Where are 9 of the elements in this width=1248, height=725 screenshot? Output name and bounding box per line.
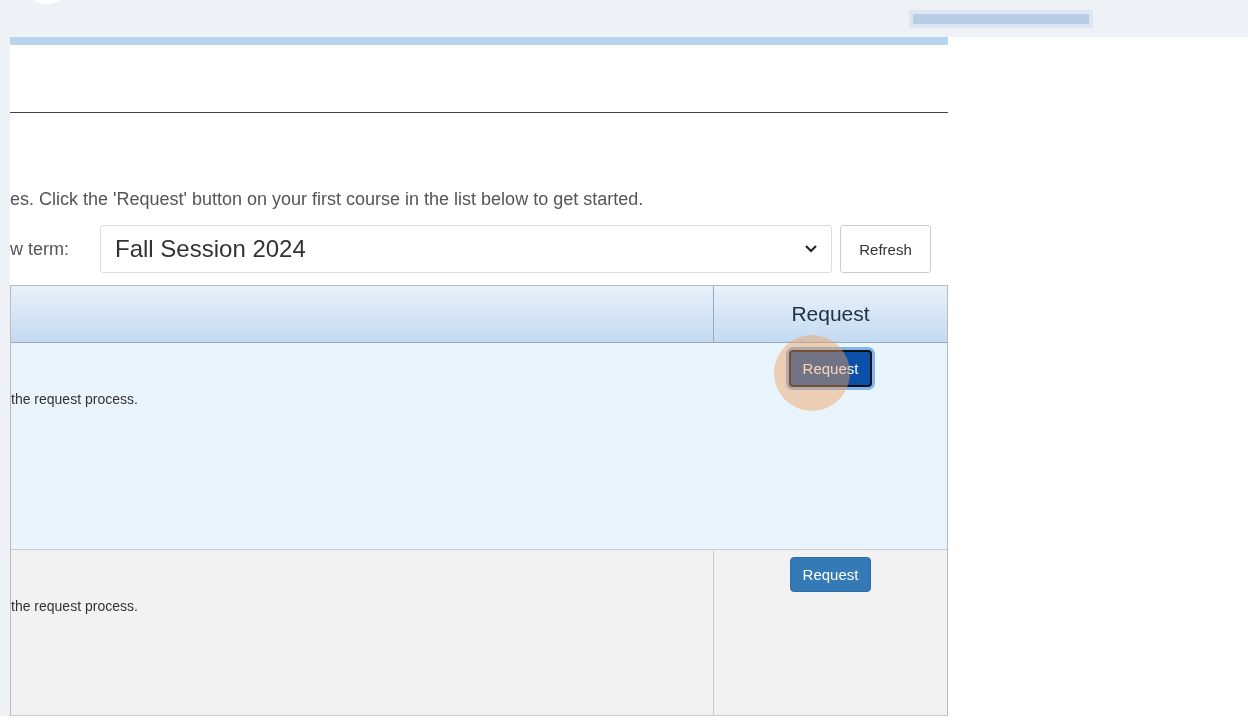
instructions-text: es. Click the 'Request' button on your first course in the list below to get started. <box>10 189 645 210</box>
column-header: Request <box>713 286 947 342</box>
course-description: the request process. <box>11 390 139 409</box>
chevron-down-icon <box>805 245 817 253</box>
term-select[interactable]: Fall Session 2024 <box>100 225 832 273</box>
request-button[interactable]: Request <box>789 557 872 592</box>
course-description: the request process. <box>11 597 139 616</box>
refresh-button[interactable]: Refresh <box>840 225 931 273</box>
term-label: w term: <box>10 238 70 260</box>
